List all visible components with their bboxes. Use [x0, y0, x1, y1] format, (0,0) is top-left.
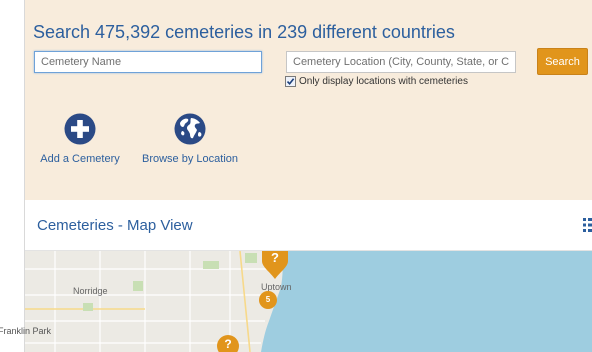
marker-label: ? — [271, 251, 279, 265]
list-view-icon[interactable] — [582, 217, 592, 233]
browse-by-location-link[interactable]: Browse by Location — [135, 113, 245, 165]
cemetery-marker[interactable]: ? — [262, 251, 288, 279]
cemetery-marker-2[interactable]: ? — [217, 335, 239, 352]
browse-by-location-label: Browse by Location — [142, 153, 238, 165]
only-locations-label: Only display locations with cemeteries — [299, 76, 468, 87]
map-label-franklin-park: Franklin Park — [0, 326, 52, 336]
cemetery-name-input[interactable] — [34, 51, 262, 73]
map-view-header: Cemeteries - Map View — [25, 200, 592, 251]
cemetery-map[interactable]: Norridge Uptown ? 5 ? — [25, 251, 592, 352]
find-a-grave-cemetery-search-page: Search 475,392 cemeteries in 239 differe… — [0, 0, 592, 352]
cemetery-search-panel: Search 475,392 cemeteries in 239 differe… — [25, 0, 592, 200]
only-locations-with-cemeteries-option[interactable]: Only display locations with cemeteries — [285, 76, 468, 87]
globe-icon — [174, 113, 206, 145]
add-a-cemetery-link[interactable]: Add a Cemetery — [35, 113, 125, 165]
only-locations-checkbox[interactable] — [285, 76, 296, 87]
map-label-norridge: Norridge — [73, 286, 108, 296]
map-tiles — [25, 251, 592, 352]
search-headline: Search 475,392 cemeteries in 239 differe… — [33, 22, 455, 42]
map-view-title: Cemeteries - Map View — [37, 217, 193, 234]
search-button[interactable]: Search — [537, 48, 588, 75]
checkmark-icon — [286, 78, 295, 86]
cemetery-location-input[interactable] — [286, 51, 516, 73]
marker-label-2: ? — [224, 337, 232, 351]
add-a-cemetery-label: Add a Cemetery — [40, 153, 120, 165]
cemetery-cluster-marker[interactable]: 5 — [259, 291, 277, 309]
plus-circle-icon — [64, 113, 96, 145]
